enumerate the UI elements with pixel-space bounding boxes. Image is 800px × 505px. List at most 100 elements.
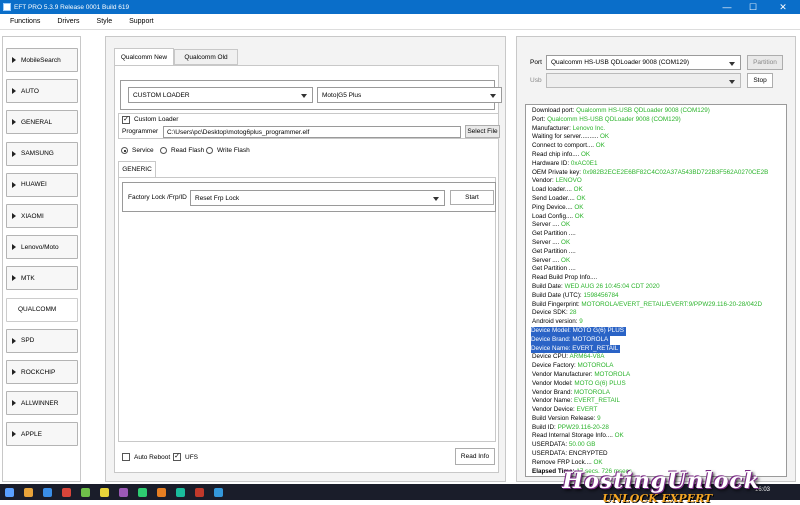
log-key: USERDATA: [532,441,569,449]
custom-loader-label: Custom Loader [134,116,179,123]
frp-select[interactable]: Reset Frp Lock [190,190,445,206]
log-key: Android version: [532,318,580,326]
log-line: Build Fingerprint: MOTOROLA/EVERT_RETAIL… [532,301,786,310]
log-key: Vendor Manufacturer: [532,370,595,378]
sidebar-item-general[interactable]: GENERAL [6,110,78,135]
sidebar-item-label: APPLE [21,430,42,438]
auto-reboot-checkbox[interactable] [122,453,130,461]
custom-loader-checkbox[interactable]: ✓ [122,116,130,124]
app-icon[interactable] [81,487,90,497]
tab-qualcomm-new[interactable]: Qualcomm New [114,48,174,66]
loader-group: CUSTOM LOADER Moto|G5 Plus [120,80,502,110]
log-key: Device Model: [531,326,573,334]
chevron-right-icon [12,119,16,126]
app-icon[interactable] [157,487,166,497]
log-output[interactable]: Download port: Qualcomm HS-USB QDLoader … [525,104,787,477]
log-line: Vendor Name: EVERT_RETAIL [532,397,786,406]
log-value: 50.00 GB [568,441,596,449]
close-button[interactable]: ✕ [766,0,800,14]
sidebar-item-rockchip[interactable]: ROCKCHIP [6,360,78,384]
log-line: Load loader.... OK [532,186,786,195]
app-icon[interactable] [214,487,223,497]
sidebar-item-huawei[interactable]: HUAWEI [6,172,78,197]
app-icon[interactable] [195,487,204,497]
sidebar-item-spd[interactable]: SPD [6,328,78,353]
menu-functions[interactable]: Functions [0,18,47,25]
write-flash-radio[interactable] [206,147,213,154]
menu-drivers[interactable]: Drivers [47,18,86,25]
log-value: MOTO G(6) PLUS [572,326,624,334]
log-key: Port: [532,115,548,123]
log-value: OK [614,432,624,440]
programmer-path-field[interactable]: C:\Users\pc\Desktop\motog6plus_programme… [163,126,461,138]
menu-bar: Functions Drivers Style Support [0,14,800,30]
usb-select[interactable] [546,73,741,88]
start-button[interactable]: Start [450,190,494,205]
qualcomm-panel: Qualcomm New Qualcomm Old CUSTOM LOADER … [105,36,506,482]
log-key: Send Loader.... [532,194,577,202]
sidebar-item-mobilesearch[interactable]: MobileSearch [6,48,78,72]
log-key: Load loader.... [532,186,574,194]
app-icon[interactable] [119,487,128,497]
sidebar-item-label: AUTO [21,87,39,95]
log-value: MOTO G(6) PLUS [574,379,626,387]
sidebar-item-qualcomm[interactable]: QUALCOMM [6,297,78,322]
log-line: Read chip info.... OK [532,151,786,160]
log-key: Server .... [532,221,562,229]
menu-support[interactable]: Support [119,18,161,25]
log-value: OK [581,150,591,158]
port-select[interactable]: Qualcomm HS-USB QDLoader 9008 (COM129) [546,55,741,70]
log-line: Device Model: MOTO G(6) PLUS [531,326,626,336]
log-key: Load Config.... [532,212,575,220]
sidebar-item-label: ROCKCHIP [21,368,56,376]
read-flash-radio[interactable] [160,147,167,154]
sidebar-item-apple[interactable]: APPLE [6,422,78,447]
log-line: Vendor Brand: MOTOROLA [532,389,786,398]
sidebar-item-mtk[interactable]: MTK [6,266,78,291]
model-select[interactable]: Moto|G5 Plus [317,87,502,103]
menu-style[interactable]: Style [87,18,120,25]
log-value: 1598456784 [583,291,619,299]
sidebar-item-allwinner[interactable]: ALLWINNER [6,391,78,416]
loader-select[interactable]: CUSTOM LOADER [128,87,313,103]
auto-reboot-label: Auto Reboot [134,454,171,461]
log-line: Build Date: WED AUG 26 10:45:04 CDT 2020 [532,283,786,292]
log-value: OK [573,186,583,194]
tab-generic[interactable]: GENERIC [118,161,156,177]
partition-button[interactable]: Partition [747,55,783,70]
browser-icon[interactable] [43,487,52,497]
log-value: 9 [579,318,583,326]
read-info-button[interactable]: Read Info [455,448,495,465]
service-radio[interactable] [121,147,128,154]
log-value: OK [595,142,605,150]
app-icon[interactable] [100,487,109,497]
log-line: Hardware ID: 0xAC0E1 [532,160,786,169]
ufs-checkbox[interactable]: ✓ [173,453,181,461]
select-file-button[interactable]: Select File [465,125,500,138]
sidebar-item-xiaomi[interactable]: XIAOMI [6,204,78,228]
log-value: OK [574,212,584,220]
chevron-right-icon [12,275,16,282]
log-key: Download port: [532,107,577,114]
sidebar-item-samsung[interactable]: SAMSUNG [6,141,78,166]
log-value: Qualcomm HS-USB QDLoader 9008 (COM129) [547,115,681,123]
log-value: MOTOROLA/EVERT_RETAIL/EVERT:9/PPW29.116-… [581,300,763,308]
generic-pane: Factory Lock /Frp/ID Reset Frp Lock Star… [118,177,496,442]
log-value: OK [593,458,603,466]
app-icon[interactable] [138,487,147,497]
folder-icon[interactable] [24,487,33,497]
sidebar-item-lenovo-moto[interactable]: Lenovo/Moto [6,235,78,260]
app-icon[interactable] [62,487,71,497]
log-value: OK [600,133,610,141]
start-icon[interactable] [5,487,14,497]
log-line: Android version: 9 [532,318,786,327]
sidebar-item-auto[interactable]: AUTO [6,79,78,104]
tab-qualcomm-old[interactable]: Qualcomm Old [174,49,238,65]
minimize-button[interactable]: — [714,0,740,14]
stop-button[interactable]: Stop [747,73,773,88]
sidebar-item-label: SPD [21,337,35,345]
watermark-logo: HostingUnlock UNLOCK EXPERT [562,468,760,505]
log-line: Vendor Device: EVERT [532,406,786,415]
maximize-button[interactable]: ☐ [740,0,766,14]
app-icon[interactable] [176,487,185,497]
